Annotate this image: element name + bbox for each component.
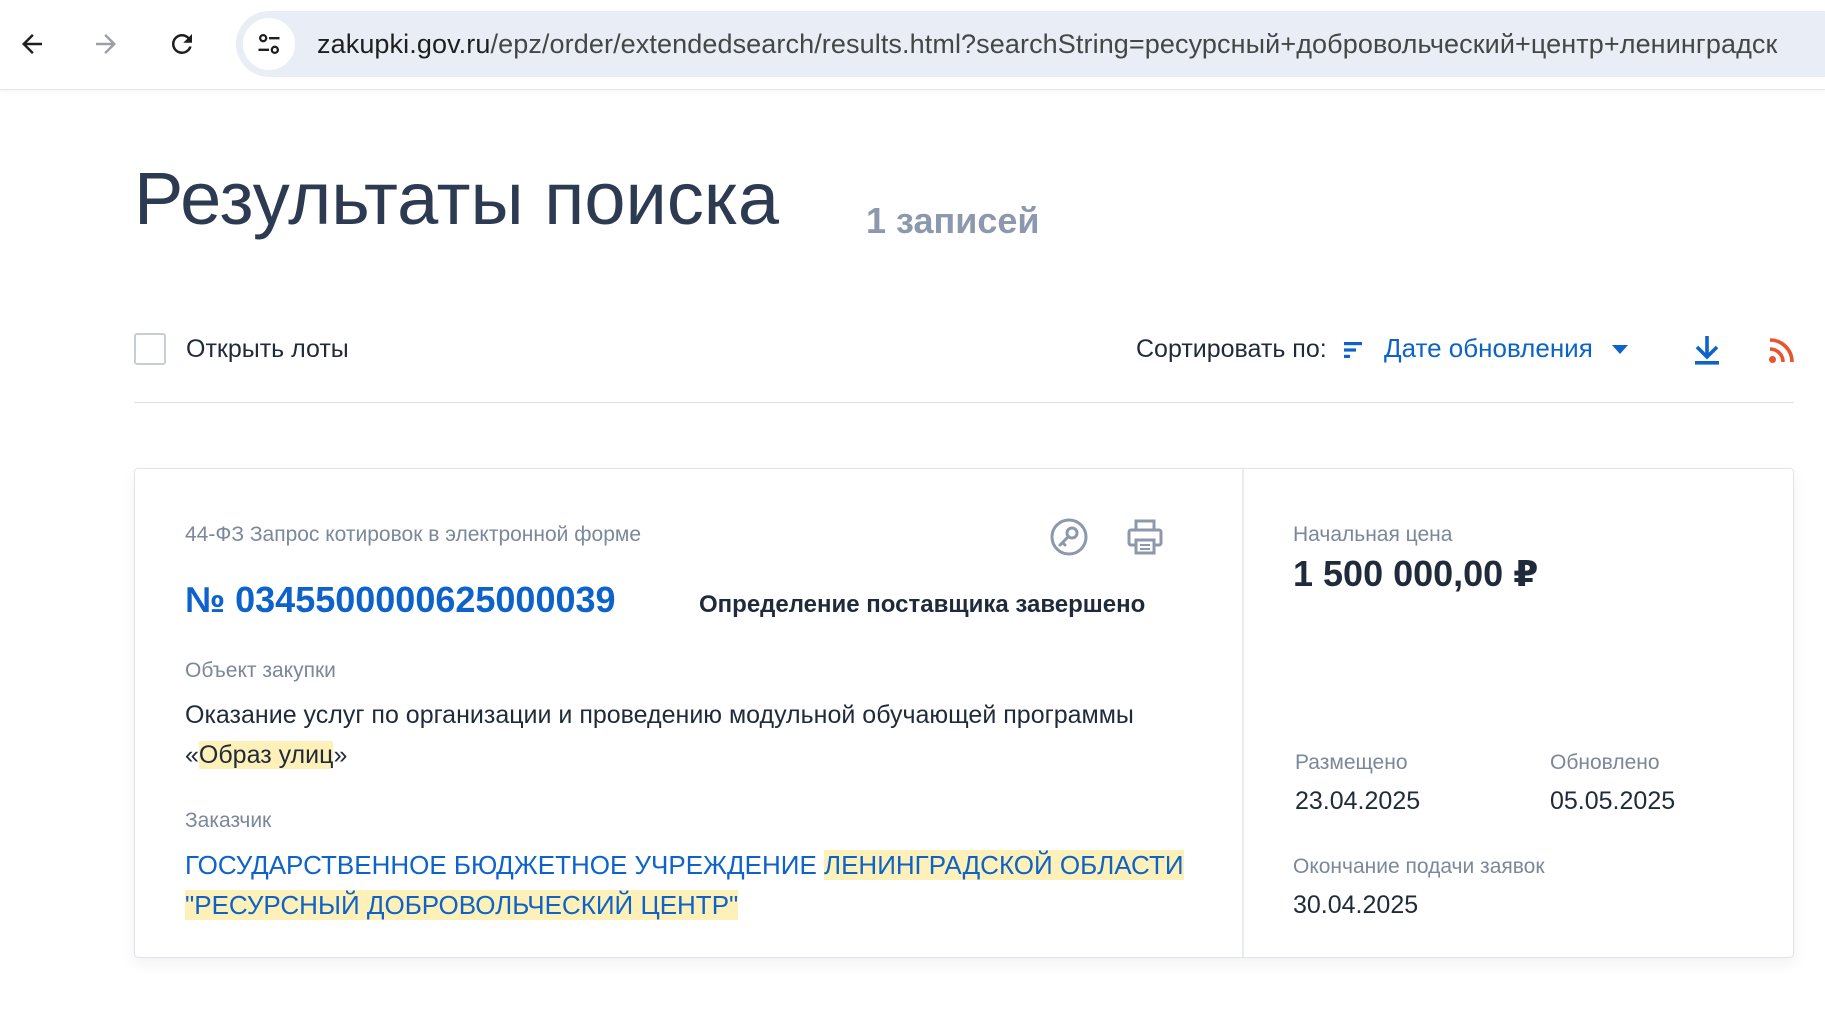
url-path: /epz/order/extendedsearch/results.html?s… <box>490 28 1778 59</box>
records-count: 1 записей <box>866 200 1040 241</box>
url-host: zakupki.gov.ru <box>317 28 491 59</box>
address-bar[interactable]: zakupki.gov.ru/epz/order/extendedsearch/… <box>236 11 1825 77</box>
object-label: Объект закупки <box>185 659 336 682</box>
caret-down-icon[interactable] <box>1612 345 1628 355</box>
browser-toolbar: zakupki.gov.ru/epz/order/extendedsearch/… <box>0 0 1825 90</box>
sort-icon[interactable] <box>1344 341 1362 359</box>
result-card: 44-ФЗ Запрос котировок в электронной фор… <box>134 468 1794 958</box>
toolbar-divider <box>134 402 1794 403</box>
updated-label: Обновлено <box>1550 751 1660 774</box>
rss-icon[interactable] <box>1768 336 1796 364</box>
reload-icon <box>171 33 192 54</box>
deadline-label: Окончание подачи заявок <box>1293 855 1545 878</box>
customer-text-part: ГОСУДАРСТВЕННОЕ БЮДЖЕТНОЕ УЧРЕЖДЕНИЕ <box>185 850 825 880</box>
card-divider <box>1242 469 1244 957</box>
customer-link[interactable]: ГОСУДАРСТВЕННОЕ БЮДЖЕТНОЕ УЧРЕЖДЕНИЕ ЛЕН… <box>185 845 1205 925</box>
forward-button[interactable] <box>84 22 128 66</box>
posted-label: Размещено <box>1295 751 1408 774</box>
back-button[interactable] <box>10 22 54 66</box>
status-text: Определение поставщика завершено <box>699 591 1146 618</box>
page-title: Результаты поиска <box>134 157 780 240</box>
url-text[interactable]: zakupki.gov.ru/epz/order/extendedsearch/… <box>317 29 1777 60</box>
object-text: Оказание услуг по организации и проведен… <box>185 695 1205 775</box>
object-text-highlight: Образ улиц <box>198 741 334 769</box>
posted-value: 23.04.2025 <box>1295 787 1421 815</box>
customer-label: Заказчик <box>185 809 272 832</box>
open-lots-label[interactable]: Открыть лоты <box>186 335 349 364</box>
key-icon[interactable] <box>1049 517 1089 557</box>
price-label: Начальная цена <box>1293 523 1453 546</box>
updated-value: 05.05.2025 <box>1550 787 1676 815</box>
sort-label: Сортировать по: <box>1136 335 1327 363</box>
arrow-left-icon <box>22 34 42 54</box>
object-text-part: » <box>333 741 348 769</box>
sort-dropdown[interactable]: Дате обновления <box>1384 333 1593 364</box>
law-type: 44-ФЗ Запрос котировок в электронной фор… <box>185 523 642 546</box>
tune-icon <box>258 33 280 55</box>
registry-number-link[interactable]: № 0345500000625000039 <box>185 579 616 621</box>
deadline-value: 30.04.2025 <box>1293 891 1419 919</box>
open-lots-checkbox[interactable] <box>134 333 166 365</box>
download-icon[interactable] <box>1692 334 1722 366</box>
price-value: 1 500 000,00 ₽ <box>1293 553 1539 594</box>
arrow-right-icon <box>96 34 116 54</box>
reload-button[interactable] <box>160 22 204 66</box>
print-icon[interactable] <box>1125 517 1165 557</box>
site-info-button[interactable] <box>243 18 295 70</box>
card-actions <box>1049 517 1165 557</box>
